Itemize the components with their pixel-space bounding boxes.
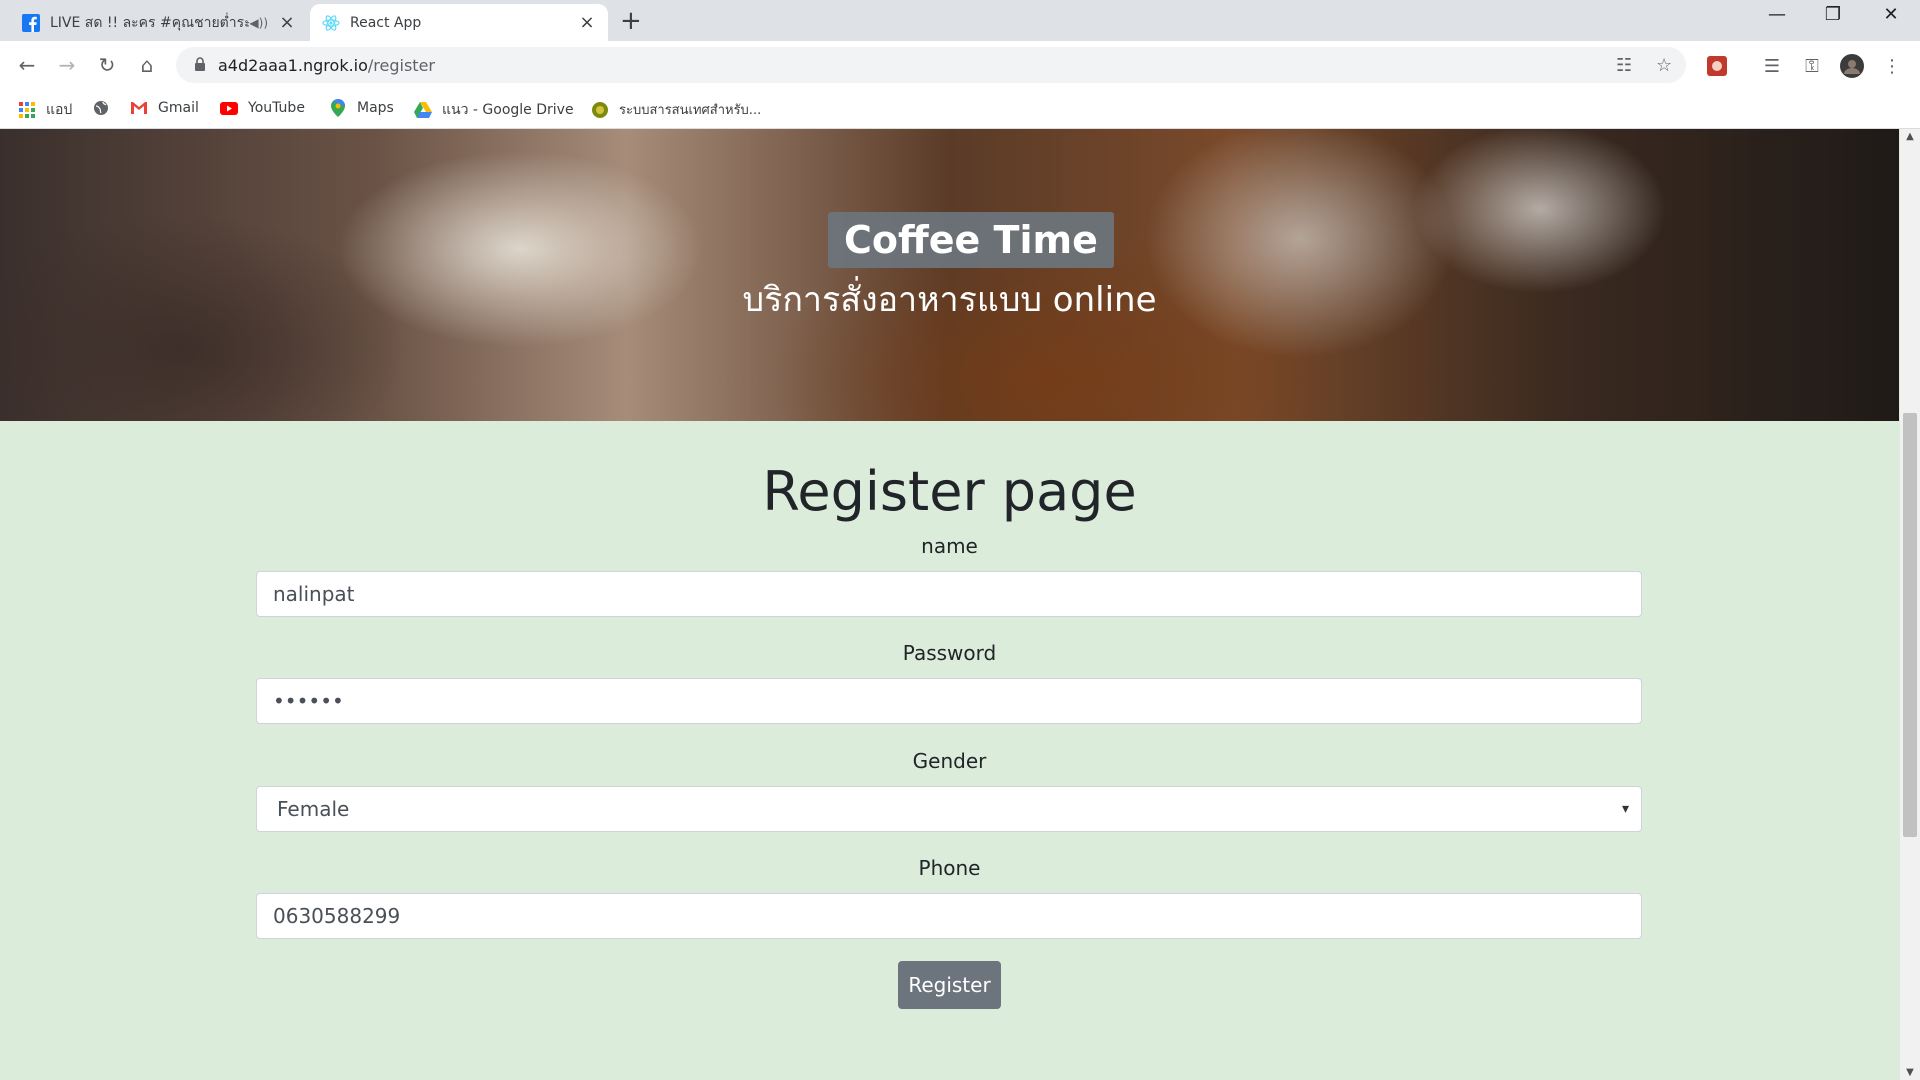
site-icon [591, 101, 609, 119]
bookmarks-bar: แอป Gmail YouTube Maps แนว - Google Driv… [0, 89, 1920, 129]
media-control-icon[interactable]: ☰ [1760, 54, 1784, 78]
maps-icon [329, 99, 347, 117]
name-label: name [921, 534, 978, 558]
scroll-up-arrow-icon[interactable]: ▲ [1900, 131, 1920, 142]
hero-subtitle: บริการสั่งอาหารแบบ online [742, 280, 1157, 320]
google-drive-icon [414, 101, 432, 119]
facebook-icon [22, 13, 40, 32]
apps-grid-icon [18, 101, 36, 119]
extension-icon[interactable] [1705, 54, 1729, 78]
close-tab-icon[interactable]: × [278, 12, 296, 33]
youtube-icon [220, 99, 238, 117]
bookmark-youtube[interactable]: YouTube [220, 99, 305, 117]
tab-title: LIVE สด !! ละคร #คุณชายต่ำระเบียบ [50, 14, 250, 31]
phone-input[interactable]: 0630588299 [256, 893, 1642, 939]
password-label: Password [902, 641, 997, 665]
tab-facebook-live[interactable]: LIVE สด !! ละคร #คุณชายต่ำระเบียบ ◀)) × [10, 4, 308, 41]
bookmark-gmail[interactable]: Gmail [130, 99, 199, 117]
lock-icon[interactable] [194, 56, 206, 76]
phone-label: Phone [918, 856, 981, 880]
gender-selected-value: Female [277, 797, 350, 821]
name-input[interactable]: nalinpat [256, 571, 1642, 617]
address-bar[interactable]: a4d2aaa1.ngrok.io/register ☷ ☆ [176, 47, 1686, 83]
dropdown-arrow-icon: ▾ [1621, 801, 1629, 817]
gmail-icon [130, 99, 148, 117]
password-input[interactable]: •••••• [256, 678, 1642, 724]
scroll-down-arrow-icon[interactable]: ▼ [1900, 1067, 1920, 1078]
bookmark-globe[interactable] [92, 99, 120, 117]
globe-icon [92, 99, 110, 117]
bookmark-star-icon[interactable]: ☆ [1656, 55, 1672, 76]
tab-react-app[interactable]: React App × [310, 4, 608, 41]
register-button[interactable]: Register [898, 961, 1001, 1009]
hero-title: Coffee Time [828, 212, 1114, 268]
react-icon [322, 14, 340, 32]
page-viewport: Coffee Time บริการสั่งอาหารแบบ online Re… [0, 129, 1900, 1080]
page-title: Register page [762, 460, 1137, 523]
menu-icon[interactable]: ⋮ [1880, 54, 1904, 78]
tab-title: React App [350, 14, 422, 31]
url-text: a4d2aaa1.ngrok.io/register [218, 56, 435, 75]
page-scrollbar[interactable]: ▲ ▼ [1900, 129, 1920, 1080]
bookmark-google-drive[interactable]: แนว - Google Drive [414, 99, 574, 121]
hero-banner: Coffee Time บริการสั่งอาหารแบบ online [0, 129, 1899, 421]
home-icon[interactable]: ⌂ [133, 51, 161, 79]
gender-label: Gender [912, 749, 987, 773]
tab-strip: LIVE สด !! ละคร #คุณชายต่ำระเบียบ ◀)) × … [0, 0, 1920, 41]
gender-select[interactable]: Female ▾ [256, 786, 1642, 832]
minimize-icon[interactable]: — [1752, 4, 1802, 25]
back-icon[interactable]: ← [13, 51, 41, 79]
forward-icon[interactable]: → [53, 51, 81, 79]
translate-icon[interactable]: ☷ [1616, 55, 1632, 76]
close-tab-icon[interactable]: × [578, 12, 596, 33]
close-window-icon[interactable]: ✕ [1866, 4, 1916, 25]
key-icon[interactable]: ⚿ [1800, 54, 1824, 78]
bookmark-info-system[interactable]: ระบบสารสนเทศสำหรับ... [591, 99, 761, 120]
speaker-icon[interactable]: ◀)) [249, 16, 268, 30]
bookmark-apps[interactable]: แอป [18, 99, 72, 121]
avatar[interactable] [1840, 54, 1864, 78]
reload-icon[interactable]: ↻ [93, 51, 121, 79]
restore-icon[interactable]: ❐ [1808, 4, 1858, 25]
scrollbar-thumb[interactable] [1903, 413, 1917, 837]
bookmark-maps[interactable]: Maps [329, 99, 394, 117]
new-tab-button[interactable]: + [620, 8, 642, 34]
browser-toolbar: ← → ↻ ⌂ a4d2aaa1.ngrok.io/register ☷ ☆ ☰… [0, 41, 1920, 89]
